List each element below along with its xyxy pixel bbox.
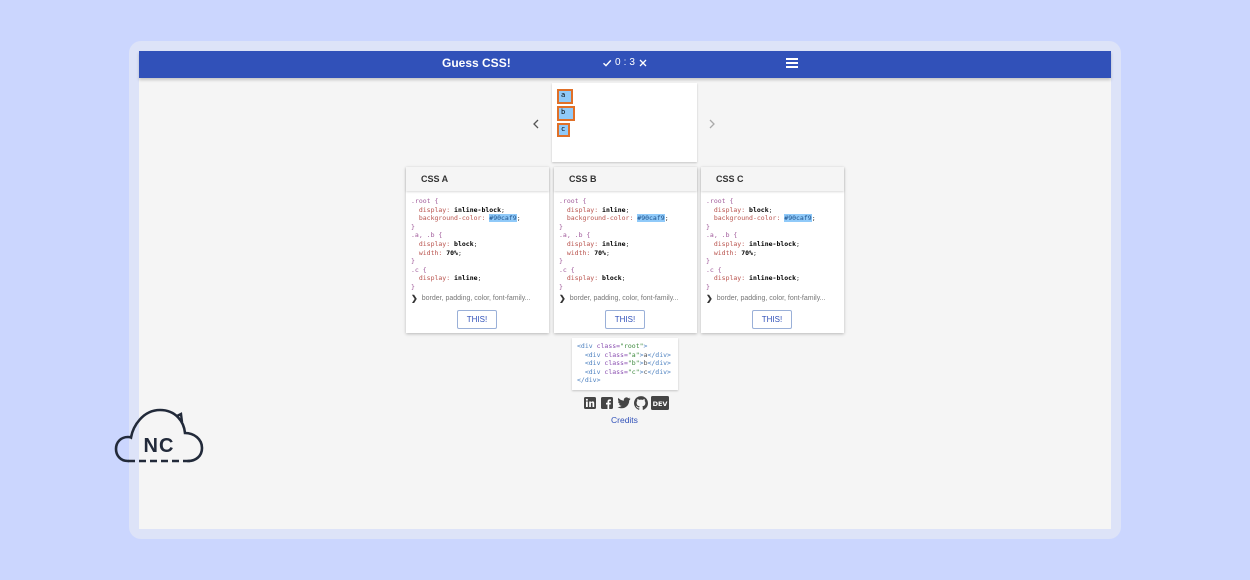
code-line: display: block;	[411, 239, 478, 248]
code-line: .a, .b {	[411, 231, 443, 240]
code-line: width: 70%;	[559, 248, 610, 257]
result-preview: a b c	[552, 83, 697, 162]
code-line: background-color: #90caf9;	[411, 214, 521, 223]
code-line: display: inline;	[559, 205, 630, 214]
score-wrong: 3	[629, 57, 635, 68]
chevron-right-icon: ❯	[559, 293, 566, 303]
card-label: CSS A	[406, 167, 549, 191]
preview-box-b: b	[557, 106, 575, 121]
chevron-right-icon: ❯	[411, 293, 418, 303]
check-icon	[603, 59, 612, 67]
code-line: display: block;	[559, 274, 626, 283]
code-line: }	[706, 222, 710, 231]
html-line: <div class="a">a</div>	[584, 350, 671, 359]
code-line: display: inline-block;	[706, 239, 800, 248]
code-line: .root {	[706, 197, 734, 205]
code-line: display: inline-block;	[411, 205, 505, 214]
previous-arrow-icon[interactable]	[532, 117, 542, 129]
top-app-bar: Guess CSS! 0 : 3	[139, 51, 1111, 78]
linkedin-icon[interactable]	[583, 396, 597, 410]
svg-text:NC: NC	[144, 435, 175, 457]
css-code-block: .root { display: block; background-color…	[701, 191, 844, 292]
html-line: </div>	[577, 376, 601, 385]
code-line: .c {	[411, 265, 427, 274]
github-icon[interactable]	[634, 396, 648, 410]
twitter-icon[interactable]	[617, 396, 631, 410]
css-option-card-b: CSS B .root { display: inline; backgroun…	[554, 167, 697, 333]
code-line: }	[706, 282, 710, 291]
code-line: display: inline;	[411, 274, 482, 283]
facebook-icon[interactable]	[600, 396, 614, 410]
css-option-card-a: CSS A .root { display: inline-block; bac…	[406, 167, 549, 333]
code-line: }	[559, 257, 563, 266]
dev-icon[interactable]: DEV	[651, 396, 669, 410]
code-line: .root {	[559, 197, 587, 205]
svg-text:DEV: DEV	[653, 400, 668, 408]
html-line: <div class="root">	[577, 342, 648, 350]
code-line: background-color: #90caf9;	[559, 214, 669, 223]
expand-more-properties[interactable]: ❯ border, padding, color, font-family...	[554, 292, 697, 303]
menu-icon[interactable]	[786, 58, 798, 70]
code-line: }	[411, 282, 415, 291]
css-code-block: .root { display: inline-block; backgroun…	[406, 191, 549, 292]
card-label: CSS B	[554, 167, 697, 191]
score-separator: :	[623, 57, 627, 68]
code-line: }	[559, 222, 563, 231]
code-line: display: inline-block;	[706, 274, 800, 283]
code-line: display: block;	[706, 205, 773, 214]
code-line: }	[411, 222, 415, 231]
css-code-block: .root { display: inline; background-colo…	[554, 191, 697, 292]
preview-box-c: c	[557, 123, 570, 137]
code-line: .c {	[559, 265, 575, 274]
code-line: .c {	[706, 265, 722, 274]
expand-more-properties[interactable]: ❯ border, padding, color, font-family...	[701, 292, 844, 303]
preview-box-a: a	[557, 89, 573, 104]
code-line: background-color: #90caf9;	[706, 214, 816, 223]
css-option-card-c: CSS C .root { display: block; background…	[701, 167, 844, 333]
code-line: .root {	[411, 197, 439, 205]
choose-css-a-button[interactable]: THIS!	[457, 310, 497, 329]
social-links: DEV	[583, 396, 669, 410]
html-line: <div class="b">b</div>	[584, 359, 671, 368]
cross-icon	[639, 59, 647, 66]
app-window: Guess CSS! 0 : 3 a b c CSS A .root { dis…	[139, 51, 1111, 529]
code-line: }	[411, 257, 415, 266]
code-line: }	[559, 282, 563, 291]
credits-link[interactable]: Credits	[611, 415, 638, 425]
card-label: CSS C	[701, 167, 844, 191]
choose-css-b-button[interactable]: THIS!	[605, 310, 645, 329]
html-line: <div class="c">c</div>	[584, 367, 671, 376]
html-markup-snippet: <div class="root"> <div class="a">a</div…	[572, 338, 678, 390]
code-line: .a, .b {	[706, 231, 738, 240]
expand-more-properties[interactable]: ❯ border, padding, color, font-family...	[406, 292, 549, 303]
chevron-right-icon: ❯	[706, 293, 713, 303]
code-line: }	[706, 257, 710, 266]
code-line: .a, .b {	[559, 231, 591, 240]
nc-cloud-logo: NC	[114, 408, 204, 466]
score-display: 0 : 3	[602, 57, 648, 68]
app-title: Guess CSS!	[442, 56, 511, 70]
next-arrow-icon[interactable]	[708, 117, 718, 129]
code-line: width: 70%;	[411, 248, 462, 257]
score-correct: 0	[615, 57, 621, 68]
choose-css-c-button[interactable]: THIS!	[752, 310, 792, 329]
code-line: width: 70%;	[706, 248, 757, 257]
code-line: display: inline;	[559, 239, 630, 248]
